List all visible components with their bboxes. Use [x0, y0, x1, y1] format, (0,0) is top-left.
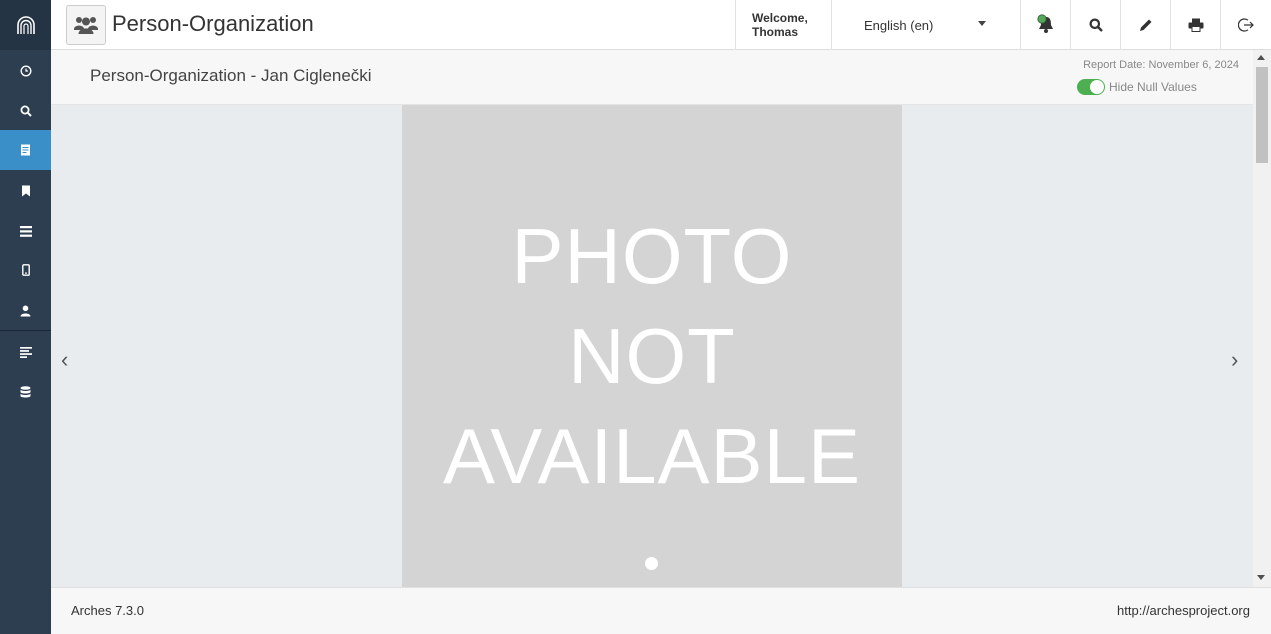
- user-icon: [20, 305, 31, 317]
- arches-logo[interactable]: [0, 0, 51, 50]
- edit-button[interactable]: [1120, 0, 1170, 50]
- resource-type-badge: [66, 5, 106, 45]
- carousel-prev-button[interactable]: ‹: [61, 349, 68, 371]
- clock-icon: [19, 65, 32, 77]
- app-version: Arches 7.3.0: [71, 603, 144, 618]
- sidebar-item-dashboard[interactable]: [0, 51, 51, 91]
- edit-pencil-icon: [1139, 19, 1151, 31]
- footer: Arches 7.3.0 http://archesproject.org: [51, 587, 1271, 634]
- hide-null-values-control: Hide Null Values: [1077, 79, 1197, 95]
- sidebar-item-search[interactable]: [0, 91, 51, 131]
- search-button[interactable]: [1070, 0, 1120, 50]
- photo-placeholder: PHOTO NOT AVAILABLE: [402, 105, 902, 587]
- sidebar-item-plugins[interactable]: [0, 332, 51, 372]
- vertical-scrollbar[interactable]: [1253, 50, 1271, 587]
- photo-text-line-2: NOT: [568, 312, 736, 400]
- resource-type-title: Person-Organization: [112, 11, 314, 36]
- sidebar: [0, 0, 51, 634]
- scroll-up-arrow-icon[interactable]: [1257, 55, 1265, 60]
- photo-text-line-1: PHOTO: [511, 212, 793, 300]
- welcome-label: Welcome,: [752, 11, 808, 25]
- scroll-down-arrow-icon[interactable]: [1257, 575, 1265, 580]
- user-name: Thomas: [752, 25, 799, 39]
- toggle-knob: [1090, 80, 1104, 94]
- database-icon: [20, 386, 31, 398]
- logout-button[interactable]: [1220, 0, 1270, 50]
- report-icon: [21, 144, 30, 156]
- image-carousel: ‹ PHOTO NOT AVAILABLE ›: [51, 105, 1253, 587]
- notifications-button[interactable]: [1020, 0, 1070, 50]
- report-date: Report Date: November 6, 2024: [1083, 59, 1239, 71]
- top-navbar: Person-Organization Welcome, Thomas Engl…: [51, 0, 1271, 50]
- bookmark-icon: [21, 185, 30, 197]
- search-icon: [20, 105, 32, 117]
- users-icon: [74, 17, 98, 34]
- carousel-next-button[interactable]: ›: [1231, 349, 1238, 371]
- hide-null-values-toggle[interactable]: [1077, 79, 1105, 95]
- mobile-icon: [21, 264, 30, 276]
- arches-project-link[interactable]: http://archesproject.org: [1117, 603, 1250, 618]
- sidebar-item-graph-designer[interactable]: [0, 211, 51, 251]
- list-icon: [19, 225, 32, 237]
- notifications-bell-icon: [1036, 14, 1053, 33]
- arches-logo-icon: [16, 16, 35, 34]
- carousel-indicator-dot[interactable]: [645, 557, 658, 570]
- search-icon: [1089, 18, 1103, 32]
- print-button[interactable]: [1170, 0, 1220, 50]
- align-left-icon: [19, 346, 32, 358]
- sidebar-item-bookmarks[interactable]: [0, 171, 51, 211]
- sidebar-divider: [0, 330, 51, 331]
- logout-icon: [1237, 18, 1254, 32]
- scrollbar-thumb[interactable]: [1256, 67, 1268, 163]
- report-title: Person-Organization - Jan Ciglenečki: [90, 66, 372, 85]
- language-select-value: English (en): [864, 18, 934, 33]
- app-window: Person-Organization Welcome, Thomas Engl…: [0, 0, 1271, 634]
- sidebar-item-profile[interactable]: [0, 291, 51, 331]
- sidebar-item-report[interactable]: [0, 130, 51, 170]
- sidebar-item-mobile[interactable]: [0, 250, 51, 290]
- language-select[interactable]: English (en): [831, 0, 1020, 50]
- caret-down-icon: [978, 21, 986, 26]
- welcome-user[interactable]: Welcome, Thomas: [735, 0, 831, 50]
- print-icon: [1188, 18, 1203, 32]
- sidebar-item-database[interactable]: [0, 372, 51, 412]
- hide-null-values-label: Hide Null Values: [1109, 80, 1197, 94]
- report-header: Person-Organization - Jan Ciglenečki Rep…: [51, 50, 1253, 105]
- photo-text-line-3: AVAILABLE: [442, 412, 861, 500]
